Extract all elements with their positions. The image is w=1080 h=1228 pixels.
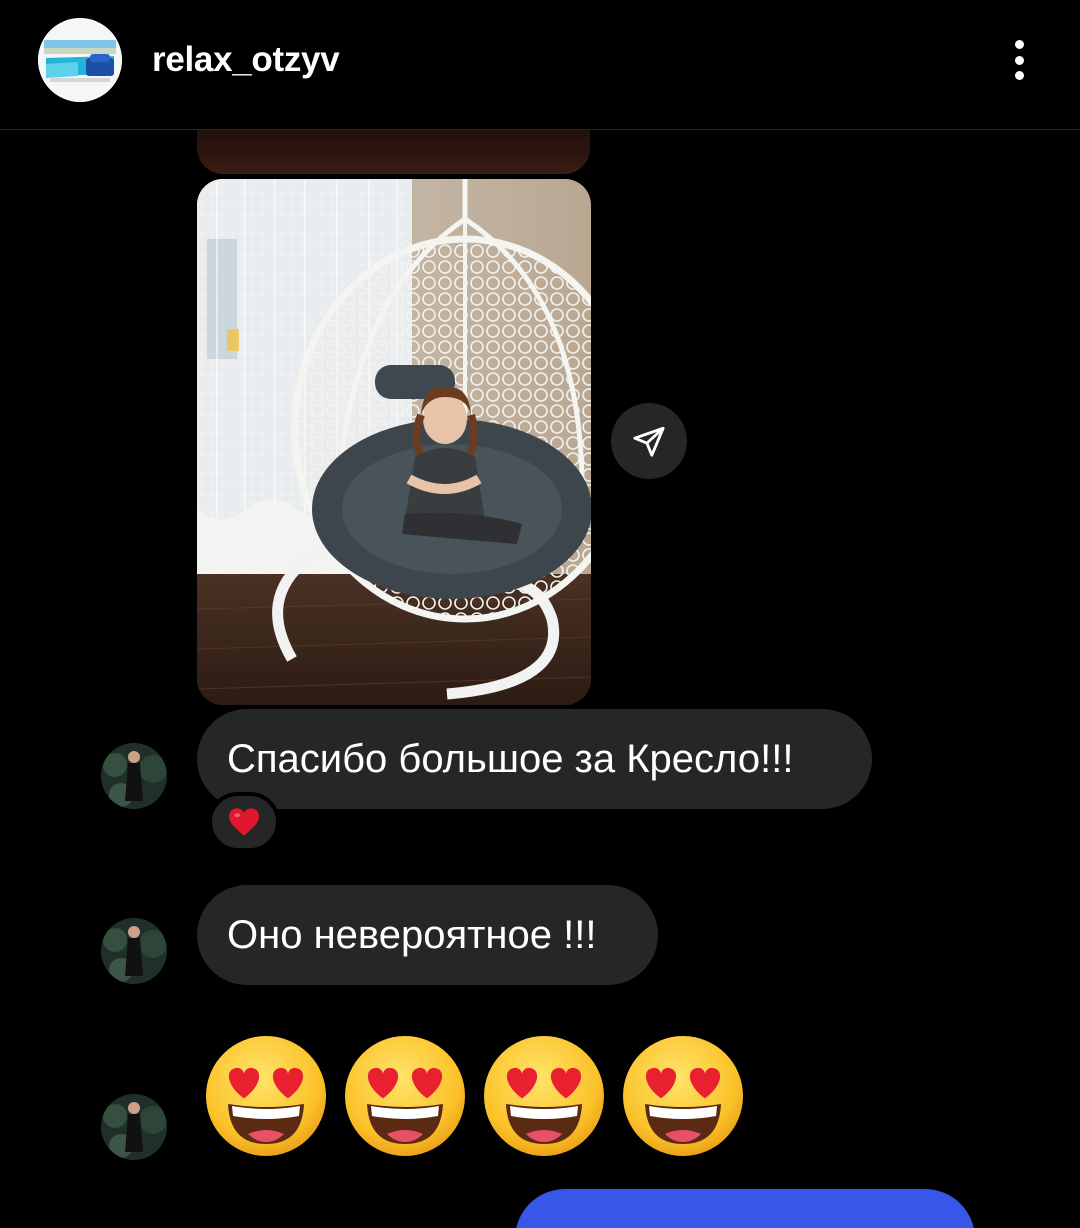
message-text: Спасибо большое за Кресло!!!: [227, 736, 794, 781]
heart-eyes-emoji: [484, 1036, 604, 1156]
heart-eyes-emoji: [206, 1036, 326, 1156]
chat-header: relax_otzyv: [0, 0, 1080, 130]
sender-avatar[interactable]: [101, 1094, 167, 1160]
chat-screen: relax_otzyv Спасибо большое за Кресло!!!…: [0, 0, 1080, 1228]
sender-photo: [101, 918, 167, 984]
message-bubble[interactable]: Оно невероятное !!!: [197, 885, 658, 985]
photo-message[interactable]: [197, 179, 591, 705]
heart-eyes-emoji: [345, 1036, 465, 1156]
more-vertical-icon-dot: [1014, 55, 1024, 65]
chat-username[interactable]: relax_otzyv: [152, 40, 340, 80]
profile-avatar[interactable]: [38, 18, 122, 102]
more-vertical-icon: [1014, 40, 1024, 49]
more-vertical-icon-dot: [1014, 71, 1024, 80]
message-text: Оно невероятное !!!: [227, 912, 597, 957]
own-message-bubble[interactable]: [515, 1189, 975, 1228]
send-icon: [633, 426, 665, 457]
sender-avatar[interactable]: [101, 918, 167, 984]
share-button[interactable]: [611, 403, 687, 479]
message-bubble[interactable]: Спасибо большое за Кресло!!!: [197, 709, 872, 809]
hanging-chair-photo: [197, 179, 591, 705]
heart-eyes-emoji: [623, 1036, 743, 1156]
emoji-message[interactable]: [204, 1034, 745, 1158]
sender-avatar[interactable]: [101, 743, 167, 809]
heart-reaction[interactable]: [208, 792, 280, 852]
sender-photo: [101, 743, 167, 809]
sender-photo: [101, 1094, 167, 1160]
relax-gorod-logo: [38, 18, 122, 102]
red-heart-icon: [229, 808, 259, 836]
more-options-button[interactable]: [998, 36, 1040, 84]
